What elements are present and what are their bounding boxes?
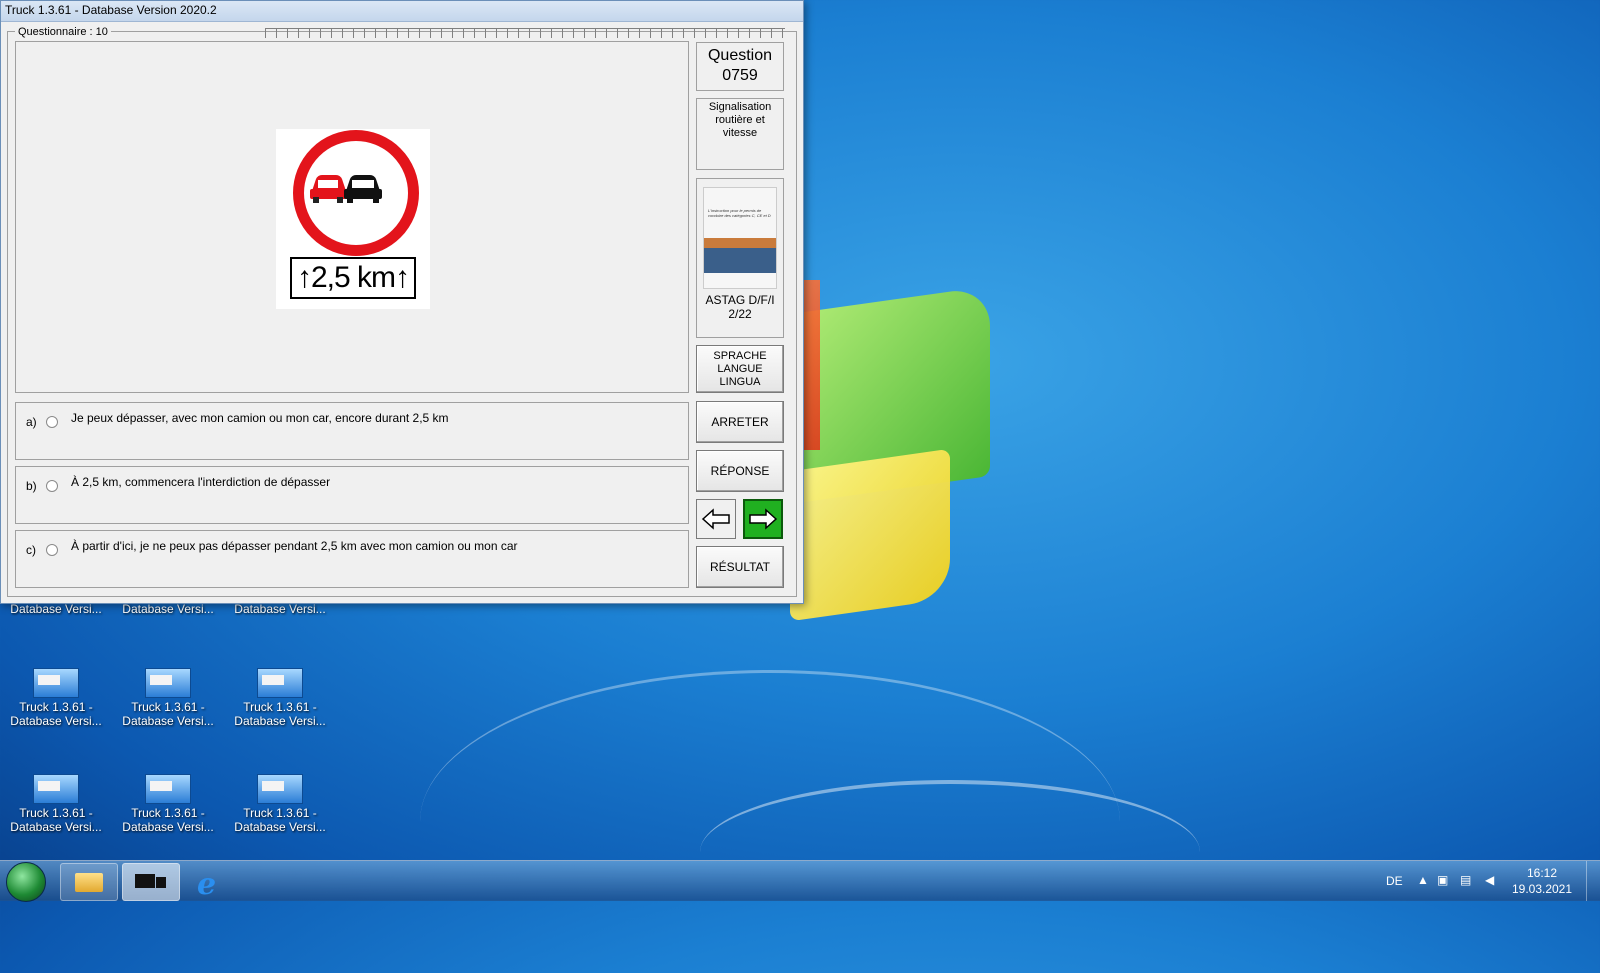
desktop-icon-label: Truck 1.3.61 - — [243, 700, 317, 714]
start-orb-icon[interactable] — [6, 862, 46, 902]
folder-icon[interactable] — [60, 863, 118, 901]
question-image-panel: ↑2,5 km↑ — [15, 41, 689, 393]
answer-letter: a) — [26, 415, 37, 429]
arrow-right-icon — [749, 508, 778, 530]
desktop-icon-label: Database Versi... — [122, 714, 214, 728]
desktop-icon[interactable]: Database Versi... — [6, 602, 106, 616]
question-category: Signalisation routière et vitesse — [708, 101, 772, 139]
result-button[interactable]: RÉSULTAT — [696, 546, 784, 588]
speaker-icon[interactable]: ◀ — [1485, 873, 1494, 887]
answer-option-c[interactable]: c) À partir d'ici, je ne peux pas dépass… — [15, 530, 689, 588]
desktop-icon-label: Database Versi... — [234, 714, 326, 728]
desktop-icon[interactable]: Database Versi... — [230, 602, 330, 616]
network-icon[interactable]: ▤ — [1460, 873, 1471, 887]
desktop-icon[interactable]: Truck 1.3.61 - Database Versi... — [6, 668, 106, 728]
desktop-icon[interactable]: Truck 1.3.61 - Database Versi... — [230, 668, 330, 728]
answer-text: À 2,5 km, commencera l'interdiction de d… — [71, 475, 331, 489]
category-box: Signalisation routière et vitesse — [696, 98, 784, 170]
answer-radio[interactable] — [46, 416, 58, 428]
truck-app-icon[interactable] — [122, 863, 180, 901]
desktop-icon-label: Truck 1.3.61 - — [19, 700, 93, 714]
app-window: Truck 1.3.61 - Database Version 2020.2 Q… — [0, 0, 804, 604]
answer-option-b[interactable]: b) À 2,5 km, commencera l'interdiction d… — [15, 466, 689, 524]
title-bar[interactable]: Truck 1.3.61 - Database Version 2020.2 — [1, 1, 803, 22]
previous-question-button[interactable] — [696, 499, 736, 539]
desktop-icon-label: Database Versi... — [234, 602, 326, 616]
next-question-button[interactable] — [743, 499, 783, 539]
desktop-icon-label: Truck 1.3.61 - — [19, 806, 93, 820]
window-title: Truck 1.3.61 - Database Version 2020.2 — [5, 3, 217, 17]
question-number-box: Question 0759 — [696, 42, 784, 91]
desktop-icon-label: Database Versi... — [10, 602, 102, 616]
answer-letter: b) — [26, 479, 37, 493]
stop-button-label: ARRETER — [711, 415, 769, 429]
source-line-2: 2/22 — [728, 307, 752, 321]
question-label: Question — [707, 47, 773, 64]
source-book-box: L'instruction pour le permis de conduire… — [696, 178, 784, 338]
answer-button-label: RÉPONSE — [710, 464, 770, 478]
desktop-icon-label: Truck 1.3.61 - — [131, 700, 205, 714]
show-desktop-button[interactable] — [1586, 861, 1600, 901]
questionnaire-label: Questionnaire : 10 — [15, 26, 111, 38]
truck-app-icon — [257, 774, 303, 804]
desktop-icon-label: Database Versi... — [10, 714, 102, 728]
question-number: 0759 — [722, 67, 758, 84]
language-label-de: SPRACHE — [713, 349, 767, 362]
answer-radio[interactable] — [46, 480, 58, 492]
input-language[interactable]: DE — [1386, 874, 1403, 888]
desktop-icon-label: Database Versi... — [122, 602, 214, 616]
desktop-icon[interactable]: Database Versi... — [118, 602, 218, 616]
clock-date: 19.03.2021 — [1511, 882, 1573, 896]
answer-text: Je peux dépasser, avec mon camion ou mon… — [71, 411, 449, 425]
answer-radio[interactable] — [46, 544, 58, 556]
desktop-icon-label: Truck 1.3.61 - — [131, 806, 205, 820]
truck-app-icon — [145, 774, 191, 804]
desktop-icon[interactable]: Truck 1.3.61 - Database Versi... — [6, 774, 106, 834]
answer-text: À partir d'ici, je ne peux pas dépasser … — [71, 539, 518, 553]
answer-letter: c) — [26, 543, 36, 557]
desktop-icon-label: Database Versi... — [234, 820, 326, 834]
book-cover-text: L'instruction pour le permis de conduire… — [708, 208, 771, 218]
usb-device-icon[interactable]: ▣ — [1437, 873, 1448, 887]
desktop-icon-label: Database Versi... — [10, 820, 102, 834]
answer-button[interactable]: RÉPONSE — [696, 450, 784, 492]
answer-option-a[interactable]: a) Je peux dépasser, avec mon camion ou … — [15, 402, 689, 460]
clock[interactable]: 16:12 19.03.2021 — [1510, 865, 1574, 897]
desktop-icon[interactable]: Truck 1.3.61 - Database Versi... — [118, 668, 218, 728]
no-overtaking-circle — [293, 130, 419, 256]
truck-app-icon — [257, 668, 303, 698]
book-cover-image: L'instruction pour le permis de conduire… — [703, 187, 777, 289]
language-label-fr: LANGUE — [717, 362, 763, 375]
truck-app-icon — [145, 668, 191, 698]
language-button[interactable]: SPRACHE LANGUE LINGUA — [696, 345, 784, 393]
cars-icon — [310, 175, 382, 203]
desktop-icon-label: Truck 1.3.61 - — [243, 806, 317, 820]
language-label-it: LINGUA — [719, 375, 761, 388]
truck-app-icon — [33, 774, 79, 804]
distance-plate: ↑2,5 km↑ — [290, 257, 416, 299]
clock-time: 16:12 — [1526, 866, 1558, 880]
desktop-icon-label: Database Versi... — [122, 820, 214, 834]
question-progress-ticks — [265, 28, 785, 38]
no-overtaking-sign-image: ↑2,5 km↑ — [276, 129, 430, 309]
desktop-icon[interactable]: Truck 1.3.61 - Database Versi... — [230, 774, 330, 834]
result-button-label: RÉSULTAT — [709, 560, 770, 574]
show-hidden-icons-icon[interactable]: ▲ — [1417, 873, 1429, 887]
desktop-icon[interactable]: Truck 1.3.61 - Database Versi... — [118, 774, 218, 834]
stop-button[interactable]: ARRETER — [696, 401, 784, 443]
internet-explorer-icon[interactable]: e — [184, 863, 242, 902]
arrow-left-icon — [701, 508, 730, 530]
truck-app-icon — [33, 668, 79, 698]
source-line-1: ASTAG D/F/I — [705, 293, 775, 307]
taskbar: e DE ▲ ▣ ▤ ◀ 16:12 19.03.2021 — [0, 860, 1600, 902]
